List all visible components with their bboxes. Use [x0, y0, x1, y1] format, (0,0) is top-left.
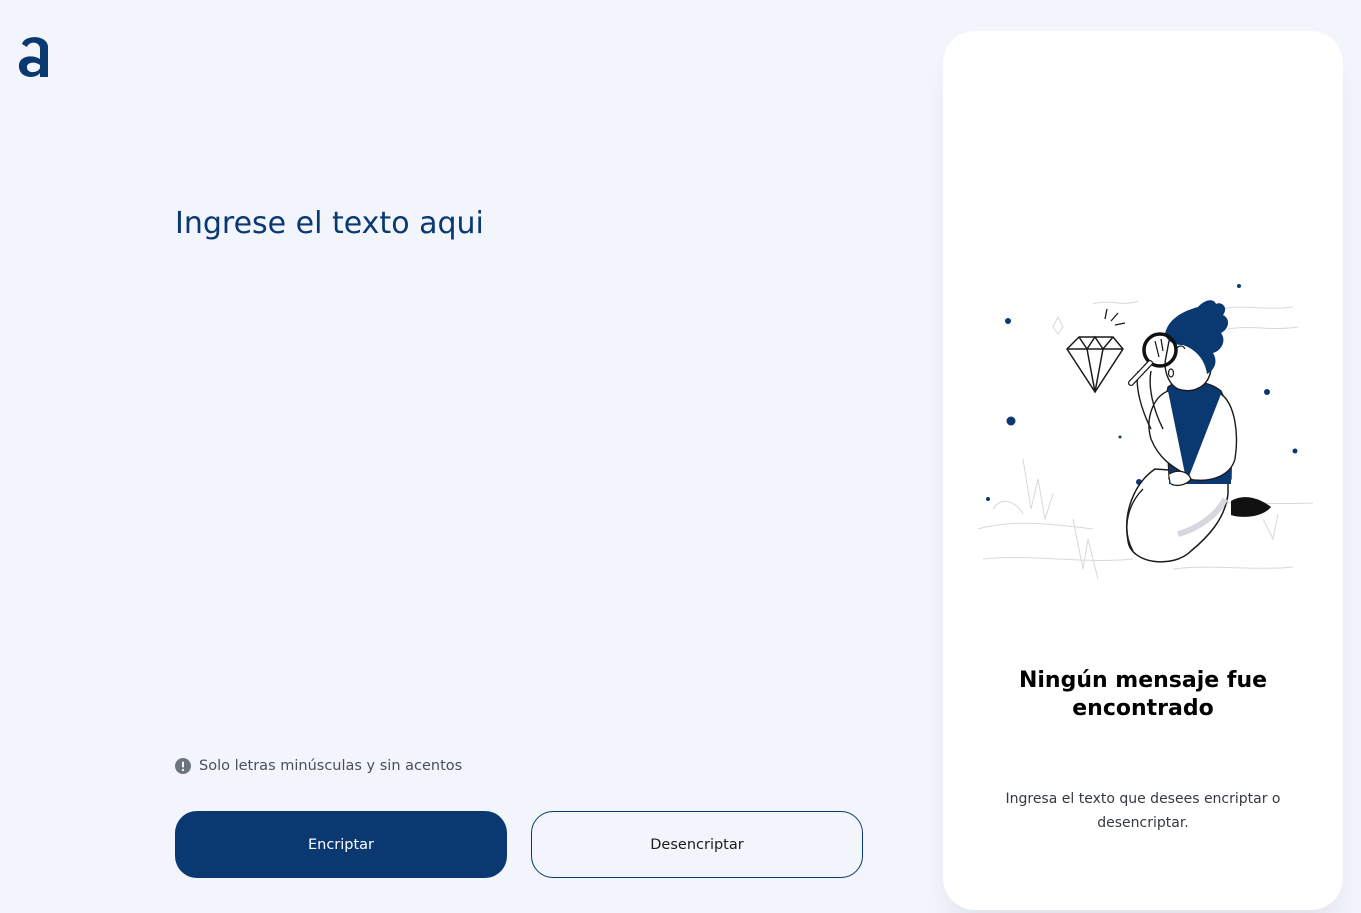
- input-hint: Solo letras minúsculas y sin acentos: [175, 758, 462, 774]
- text-input[interactable]: [175, 196, 865, 726]
- empty-state-title: Ningún mensaje fue encontrado: [1018, 668, 1268, 721]
- hint-text: Solo letras minúsculas y sin acentos: [199, 758, 463, 774]
- output-panel: Ningún mensaje fue encontrado Ingresa el…: [943, 31, 1343, 910]
- exclamation-circle-icon: [175, 758, 191, 774]
- empty-state-description: Ingresa el texto que desees encriptar o …: [1005, 791, 1281, 831]
- encrypt-button[interactable]: Encriptar: [175, 811, 507, 878]
- decrypt-button[interactable]: Desencriptar: [531, 811, 863, 878]
- alura-logo-icon[interactable]: [16, 30, 54, 82]
- person-with-magnifying-glass-illustration: [977, 284, 1313, 580]
- app-page: Solo letras minúsculas y sin acentos Enc…: [0, 0, 1361, 913]
